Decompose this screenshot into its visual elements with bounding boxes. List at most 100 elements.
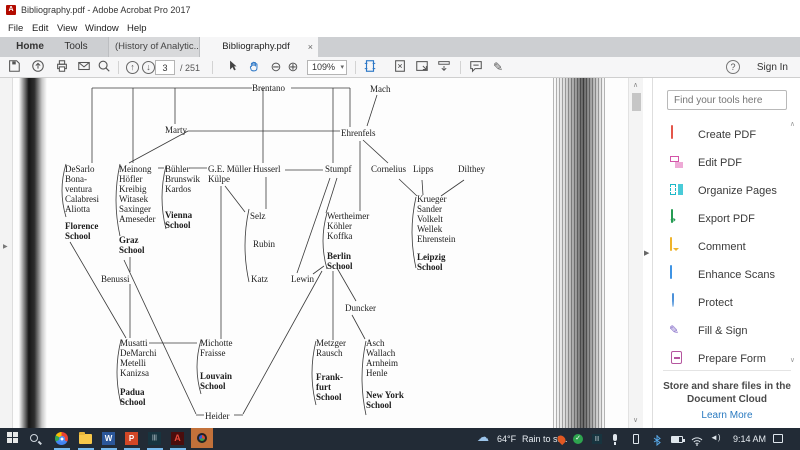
- notification-center-icon[interactable]: [773, 434, 783, 443]
- school-label: BerlinSchool: [327, 251, 369, 271]
- menu-file[interactable]: File: [8, 23, 23, 34]
- email-icon[interactable]: [76, 59, 92, 75]
- collapse-tools-panel-icon[interactable]: ▶: [644, 249, 649, 257]
- diagram-node: MetzgerRauschFrank-furtSchool: [316, 338, 346, 402]
- panel-scroll-down-icon[interactable]: ∨: [790, 356, 795, 364]
- clock-time[interactable]: 9:14 AM: [733, 434, 766, 450]
- screen: A Bibliography.pdf - Adobe Acrobat Pro 2…: [0, 0, 800, 450]
- tool-enhance-scans[interactable]: Enhance Scans: [669, 266, 789, 286]
- search-icon[interactable]: [96, 59, 112, 75]
- school-label: LeipzigSchool: [417, 252, 456, 272]
- diagram-node: AschWallachArnheimHenleNew YorkSchool: [366, 338, 404, 410]
- active-app-tile[interactable]: [191, 428, 213, 448]
- sign-in-button[interactable]: Sign In: [757, 62, 788, 73]
- previous-page-icon[interactable]: ↑: [126, 61, 139, 74]
- document-page[interactable]: BrentanoMachMartyEhrenfelsDeSarloBona-ve…: [13, 78, 628, 428]
- taskbar-search-icon[interactable]: [30, 434, 38, 442]
- help-icon[interactable]: ?: [726, 60, 740, 74]
- menu-window[interactable]: Window: [85, 23, 119, 34]
- zoom-level-dropdown[interactable]: 109% ▾: [307, 60, 347, 75]
- select-tool-icon[interactable]: [224, 59, 240, 75]
- tool-label: Protect: [698, 297, 733, 309]
- diagram-node: Dilthey: [458, 164, 485, 174]
- device-tray-icon[interactable]: [633, 434, 639, 444]
- tool-organize-pages[interactable]: Organize Pages: [669, 182, 789, 202]
- diagram-node: Katz: [251, 274, 268, 284]
- menu-help[interactable]: Help: [127, 23, 147, 34]
- tool-label: Fill & Sign: [698, 325, 748, 337]
- acrobat-taskbar-icon[interactable]: A: [171, 432, 184, 445]
- file-explorer-icon[interactable]: [79, 434, 92, 444]
- diagram-node: Mach: [370, 84, 391, 94]
- bluetooth-icon[interactable]: [653, 433, 661, 450]
- zoom-out-icon[interactable]: ⊖: [268, 59, 284, 75]
- school-label: New YorkSchool: [366, 390, 404, 410]
- tab-document-label: Bibliography.pdf: [222, 41, 289, 52]
- hand-tool-icon[interactable]: [246, 59, 262, 75]
- chrome-icon[interactable]: [55, 432, 68, 445]
- panel-scroll-up-icon[interactable]: ∧: [790, 120, 795, 128]
- tool-fill-sign[interactable]: ✎ Fill & Sign: [669, 322, 789, 342]
- powerpoint-icon[interactable]: P: [125, 432, 138, 445]
- start-button-icon[interactable]: [7, 432, 20, 445]
- print-icon[interactable]: [54, 59, 70, 75]
- document-scrollbar[interactable]: ∧ ∨: [628, 78, 643, 428]
- tab-document-bibliography[interactable]: Bibliography.pdf ×: [200, 37, 318, 57]
- speaker-icon[interactable]: ◄): [710, 433, 721, 450]
- menu-edit[interactable]: Edit: [32, 23, 48, 34]
- fit-width-icon[interactable]: [414, 59, 430, 75]
- tool-prepare-form[interactable]: Prepare Form: [669, 350, 789, 370]
- tab-tools[interactable]: Tools: [56, 37, 96, 57]
- share-upload-icon[interactable]: [30, 59, 46, 75]
- scrolling-mode-icon[interactable]: [362, 59, 378, 75]
- tool-label: Comment: [698, 241, 746, 253]
- zoom-in-icon[interactable]: ⊕: [285, 59, 301, 75]
- tools-search-input[interactable]: [667, 90, 787, 110]
- tool-create-pdf[interactable]: Create PDF: [669, 126, 789, 146]
- window-title: Bibliography.pdf - Adobe Acrobat Pro 201…: [21, 5, 190, 15]
- diagram-node: Lipps: [413, 164, 434, 174]
- organize-pages-icon: [669, 182, 685, 198]
- close-tab-icon[interactable]: ×: [308, 37, 313, 57]
- app-icon-bars[interactable]: |||: [148, 432, 161, 445]
- expand-nav-icon[interactable]: ▶: [3, 243, 8, 250]
- tool-protect[interactable]: Protect: [669, 294, 789, 314]
- wifi-icon[interactable]: [691, 433, 703, 450]
- app-logo-icon: [197, 433, 207, 443]
- fit-visible-icon[interactable]: [436, 59, 452, 75]
- create-pdf-icon: [671, 125, 673, 139]
- learn-more-link[interactable]: Learn More: [653, 410, 800, 421]
- comment-icon: [670, 237, 672, 251]
- next-page-icon[interactable]: ↓: [142, 61, 155, 74]
- acrobat-app-icon: A: [6, 5, 16, 15]
- shield-icon: [672, 293, 674, 307]
- scrollbar-thumb[interactable]: [632, 93, 641, 111]
- weather-icon[interactable]: ☁: [477, 430, 489, 450]
- comment-bubble-icon[interactable]: [468, 59, 484, 75]
- word-icon[interactable]: W: [102, 432, 115, 445]
- battery-icon[interactable]: [671, 436, 683, 443]
- save-icon[interactable]: [6, 59, 22, 75]
- microphone-tray-icon[interactable]: [613, 434, 617, 441]
- diagram-node: Husserl: [253, 164, 281, 174]
- tab-home[interactable]: Home: [10, 37, 50, 57]
- nav-panel-strip: ▶: [0, 78, 13, 428]
- scroll-down-icon[interactable]: ∨: [633, 416, 638, 424]
- scroll-up-icon[interactable]: ∧: [633, 81, 638, 89]
- antivirus-check-icon[interactable]: ✓: [573, 434, 583, 444]
- chevron-down-icon: ▾: [340, 61, 344, 74]
- tray-app-icon[interactable]: |||: [592, 434, 602, 444]
- school-label: LouvainSchool: [200, 371, 233, 391]
- weather-temp[interactable]: 64°F: [497, 434, 516, 450]
- page-number-input[interactable]: [155, 60, 175, 75]
- main-toolbar: ↑ ↓ / 251 ⊖ ⊕ 109% ▾ ✎ ? Sign In: [0, 57, 800, 78]
- tool-edit-pdf[interactable]: Edit PDF: [669, 154, 789, 174]
- fit-page-icon[interactable]: [392, 59, 408, 75]
- pencil-icon[interactable]: ✎: [490, 59, 506, 75]
- tab-document-history[interactable]: (History of Analytic...: [108, 37, 200, 57]
- diagram-node: Stumpf: [325, 164, 352, 174]
- menu-view[interactable]: View: [57, 23, 77, 34]
- tool-comment[interactable]: Comment: [669, 238, 789, 258]
- tool-export-pdf[interactable]: Export PDF: [669, 210, 789, 230]
- document-cloud-text: Store and share files in the Document Cl…: [653, 380, 800, 406]
